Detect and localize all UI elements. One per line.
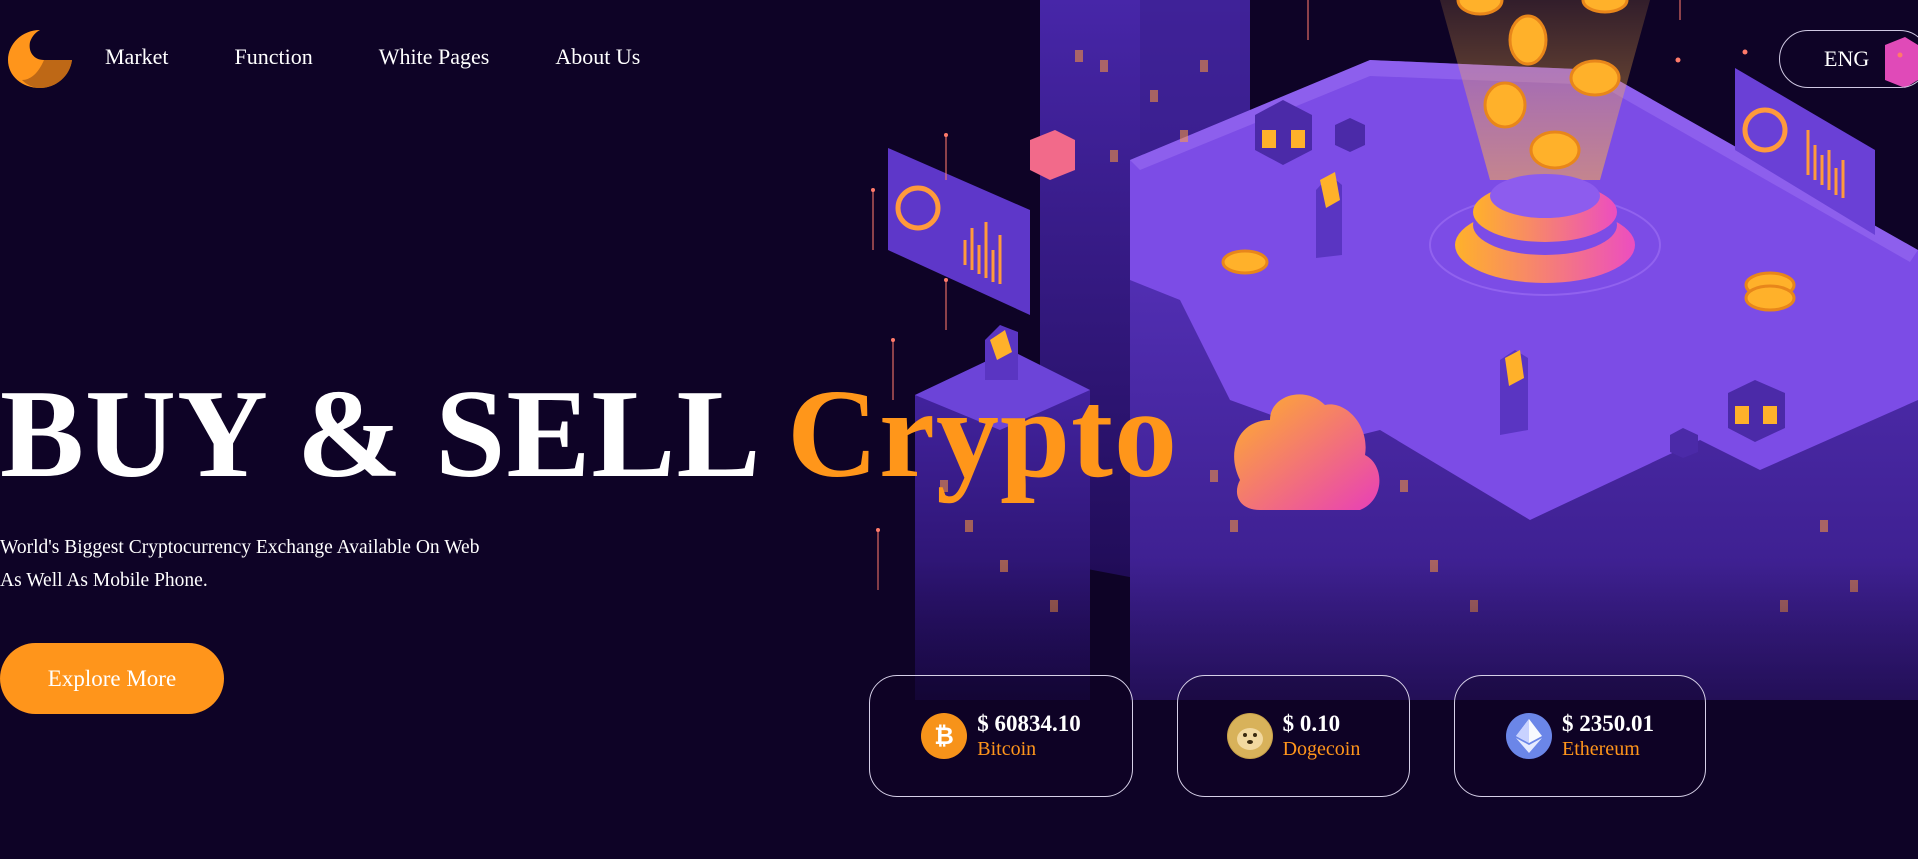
dogecoin-icon: [1226, 713, 1273, 759]
hero-subtitle-line2: As Well As Mobile Phone.: [0, 570, 208, 591]
ticker-card-ethereum[interactable]: $ 2350.01 Ethereum: [1454, 675, 1706, 797]
nav-white-pages[interactable]: White Pages: [379, 44, 490, 70]
main-nav: Market Function White Pages About Us: [105, 44, 640, 70]
language-selector[interactable]: ENG: [1779, 30, 1918, 88]
ethereum-name: Ethereum: [1562, 738, 1640, 760]
svg-text:₿: ₿: [934, 723, 954, 750]
hero-subtitle: World's Biggest Cryptocurrency Exchange …: [0, 531, 560, 597]
nav-function[interactable]: Function: [235, 44, 313, 70]
hero-title-accent: Crypto: [787, 365, 1179, 504]
bitcoin-price: $ 60834.10: [977, 711, 1081, 736]
ethereum-price: $ 2350.01: [1562, 711, 1654, 736]
bitcoin-name: Bitcoin: [977, 738, 1037, 760]
bitcoin-icon: ₿: [921, 713, 968, 759]
landing-page: Market Function White Pages About Us ENG…: [0, 0, 1918, 859]
dogecoin-price: $ 0.10: [1282, 711, 1341, 736]
nav-about-us[interactable]: About Us: [555, 44, 640, 70]
brand-logo[interactable]: [4, 26, 76, 92]
ticker-card-bitcoin[interactable]: ₿ $ 60834.10 Bitcoin: [869, 675, 1133, 797]
hero-title: BUY & SELL Crypto: [0, 360, 1178, 510]
hero-title-main: BUY & SELL: [0, 365, 755, 504]
dogecoin-name: Dogecoin: [1282, 738, 1361, 760]
nav-market[interactable]: Market: [105, 44, 169, 70]
language-label: ENG: [1824, 46, 1870, 71]
hero-subtitle-line1: World's Biggest Cryptocurrency Exchange …: [0, 537, 480, 558]
explore-more-button[interactable]: Explore More: [0, 643, 224, 714]
ethereum-icon: [1506, 713, 1552, 759]
ticker-card-dogecoin[interactable]: $ 0.10 Dogecoin: [1177, 675, 1410, 797]
